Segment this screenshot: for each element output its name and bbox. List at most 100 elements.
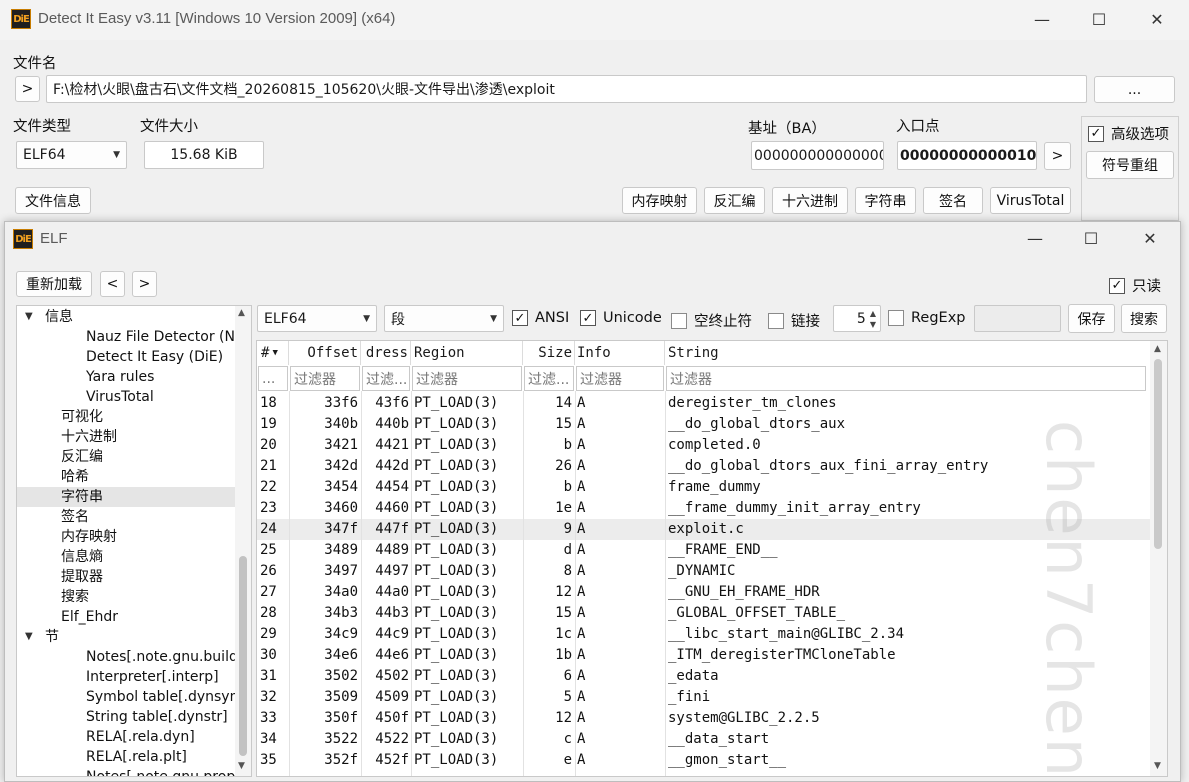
base-address-field[interactable]: 0000000000000000 bbox=[751, 141, 884, 170]
scroll-down-icon[interactable]: ▼ bbox=[1154, 761, 1161, 771]
tree-item[interactable]: RELA[.rela.plt] bbox=[86, 747, 187, 767]
column-header-address[interactable]: dress bbox=[361, 341, 411, 365]
disasm-button[interactable]: 反汇编 bbox=[704, 187, 765, 214]
tree-item[interactable]: Symbol table[.dynsym] bbox=[86, 687, 249, 707]
tree-item[interactable]: 签名 bbox=[61, 507, 89, 527]
virustotal-button[interactable]: VirusTotal bbox=[990, 187, 1071, 214]
save-button[interactable]: 保存 bbox=[1068, 304, 1115, 333]
unicode-checkbox[interactable]: ✓ Unicode bbox=[580, 310, 662, 326]
null-term-checkbox[interactable]: 空终止符 bbox=[671, 310, 752, 331]
table-row[interactable]: 20 3421 4421 PT_LOAD(3) b Acompleted.0 bbox=[257, 435, 1150, 456]
table-row[interactable]: 34 3522 4522 PT_LOAD(3) c A __data_start bbox=[257, 729, 1150, 750]
tree-item[interactable]: 信息熵 bbox=[61, 547, 103, 567]
scroll-up-icon[interactable]: ▲ bbox=[238, 308, 245, 318]
table-row[interactable]: 29 34c9 44c9 PT_LOAD(3) 1c A __libc_start_main… bbox=[257, 624, 1150, 645]
tree-scroll-thumb[interactable] bbox=[239, 556, 247, 756]
tree-item[interactable]: 节 bbox=[45, 627, 59, 647]
tree-item[interactable]: VirusTotal bbox=[86, 387, 154, 407]
column-header-offset[interactable]: Offset bbox=[289, 341, 361, 365]
table-row[interactable]: 19 340b 440b PT_LOAD(3) 15 A __do_global_dtors… bbox=[257, 414, 1150, 435]
min-length-spinbox[interactable]: 5 ▲ ▼ bbox=[833, 305, 881, 332]
table-row[interactable]: 22 3454 4454 PT_LOAD(3) b Aframe_dummy bbox=[257, 477, 1150, 498]
filter-info-input[interactable]: 过滤器 bbox=[576, 366, 664, 391]
tree-item[interactable]: 哈希 bbox=[61, 467, 89, 487]
tree-item[interactable]: 搜索 bbox=[61, 587, 89, 607]
table-row[interactable]: 23 3460 4460 PT_LOAD(3) 1e A __frame_dummy_ini… bbox=[257, 498, 1150, 519]
table-scrollbar[interactable]: ▲ ▼ bbox=[1150, 341, 1167, 776]
tree-item[interactable]: Interpreter[.interp] bbox=[86, 667, 219, 687]
ansi-checkbox[interactable]: ✓ ANSI bbox=[512, 310, 569, 326]
table-row[interactable]: 25 3489 4489 PT_LOAD(3) d A __FRAME_END__ bbox=[257, 540, 1150, 561]
advanced-checkbox[interactable]: ✓ 高级选项 bbox=[1088, 123, 1169, 144]
tree-item[interactable]: 字符串 bbox=[61, 487, 103, 507]
scroll-up-icon[interactable]: ▲ bbox=[1154, 344, 1161, 354]
tree-item[interactable]: 可视化 bbox=[61, 407, 103, 427]
strings-type-select[interactable]: ELF64 ▼ bbox=[257, 305, 377, 332]
back-button[interactable]: < bbox=[100, 271, 125, 297]
table-scroll-thumb[interactable] bbox=[1154, 359, 1162, 549]
hex-button[interactable]: 十六进制 bbox=[772, 187, 848, 214]
reload-button[interactable]: 重新加载 bbox=[16, 271, 92, 297]
column-header-string[interactable]: String bbox=[665, 341, 1150, 365]
elf-close-icon[interactable]: ✕ bbox=[1127, 219, 1173, 257]
regexp-checkbox[interactable]: RegExp bbox=[888, 310, 966, 326]
file-type-select[interactable]: ELF64 ▼ bbox=[16, 141, 127, 169]
browse-button[interactable]: ... bbox=[1094, 76, 1175, 103]
table-row[interactable]: 24 347f 447f PT_LOAD(3) 9 Aexploit.c bbox=[257, 519, 1150, 540]
table-row[interactable]: 32 3509 4509 PT_LOAD(3) 5 A _fini bbox=[257, 687, 1150, 708]
column-header-info[interactable]: Info bbox=[575, 341, 665, 365]
filter-string-input[interactable]: 过滤器 bbox=[666, 366, 1146, 391]
table-row[interactable]: 35 352f 452f PT_LOAD(3) e A __gmon_start__ bbox=[257, 750, 1150, 771]
close-icon[interactable]: ✕ bbox=[1134, 0, 1180, 38]
table-row[interactable]: 28 34b3 44b3 PT_LOAD(3) 15 A _GLOBAL_OFFSET_TA… bbox=[257, 603, 1150, 624]
tree-item[interactable]: RELA[.rela.dyn] bbox=[86, 727, 195, 747]
tree-item[interactable]: Yara rules bbox=[86, 367, 154, 387]
signature-button[interactable]: 签名 bbox=[923, 187, 983, 214]
tree-item[interactable]: 提取器 bbox=[61, 567, 103, 587]
filter-offset-input[interactable]: 过滤器 bbox=[290, 366, 360, 391]
expand-arrow-icon[interactable]: ▼ bbox=[25, 311, 33, 322]
expand-arrow-icon[interactable]: ▼ bbox=[25, 631, 33, 642]
scroll-down-icon[interactable]: ▼ bbox=[238, 761, 245, 771]
table-row[interactable]: 31 3502 4502 PT_LOAD(3) 6 A _edata bbox=[257, 666, 1150, 687]
spin-arrows-icon[interactable]: ▲ ▼ bbox=[870, 308, 876, 330]
filter-size-input[interactable]: 过滤... bbox=[524, 366, 574, 391]
column-header-size[interactable]: Size bbox=[523, 341, 575, 365]
forward-button[interactable]: > bbox=[132, 271, 157, 297]
search-button[interactable]: 搜索 bbox=[1121, 304, 1167, 333]
column-header-region[interactable]: Region bbox=[411, 341, 523, 365]
tree-item[interactable]: Notes[.note.gnu.build-... bbox=[86, 647, 251, 667]
strings-mode-select[interactable]: 段 ▼ bbox=[384, 305, 504, 332]
table-row[interactable]: 33 350f 450f PT_LOAD(3) 12 Asystem@GLIBC_2.2.… bbox=[257, 708, 1150, 729]
entry-point-field[interactable]: 0000000000001070 bbox=[897, 141, 1037, 170]
filter-index-input[interactable]: ... bbox=[258, 366, 288, 391]
column-header-index[interactable]: # ▼ bbox=[257, 341, 289, 365]
tree-item[interactable]: String table[.dynstr] bbox=[86, 707, 228, 727]
tree-item[interactable]: 信息 bbox=[45, 307, 73, 327]
entry-point-go-button[interactable]: > bbox=[1044, 142, 1071, 170]
memory-map-button[interactable]: 内存映射 bbox=[622, 187, 697, 214]
filter-region-input[interactable]: 过滤器 bbox=[412, 366, 522, 391]
strings-button[interactable]: 字符串 bbox=[855, 187, 916, 214]
symbol-rebuild-button[interactable]: 符号重组 bbox=[1086, 151, 1174, 179]
elf-maximize-icon[interactable]: ☐ bbox=[1068, 219, 1114, 257]
readonly-checkbox[interactable]: ✓ 只读 bbox=[1109, 275, 1161, 296]
minimize-icon[interactable]: — bbox=[1019, 0, 1065, 38]
maximize-icon[interactable]: ☐ bbox=[1076, 0, 1122, 38]
table-row[interactable]: 21 342d 442d PT_LOAD(3) 26 A __do_global_dtors… bbox=[257, 456, 1150, 477]
file-go-button[interactable]: > bbox=[15, 76, 40, 102]
tree-scrollbar[interactable]: ▲ ▼ bbox=[235, 306, 251, 776]
table-row[interactable]: 26 3497 4497 PT_LOAD(3) 8 A _DYNAMIC bbox=[257, 561, 1150, 582]
tree-item[interactable]: Detect It Easy (DiE) bbox=[86, 347, 223, 367]
tree-item[interactable]: 内存映射 bbox=[61, 527, 117, 547]
tree-item[interactable]: Elf_Ehdr bbox=[61, 607, 118, 627]
filter-address-input[interactable]: 过滤... bbox=[362, 366, 410, 391]
table-row[interactable]: 27 34a0 44a0 PT_LOAD(3) 12 A __GNU_EH_FRAME_HD… bbox=[257, 582, 1150, 603]
table-row[interactable]: 30 34e6 44e6 PT_LOAD(3) 1b A _ITM_deregisterTM… bbox=[257, 645, 1150, 666]
links-checkbox[interactable]: 链接 bbox=[768, 310, 820, 331]
tree-item[interactable]: 十六进制 bbox=[61, 427, 117, 447]
file-info-button[interactable]: 文件信息 bbox=[15, 187, 91, 214]
file-path-field[interactable]: F:\检材\火眼\盘古石\文件文档_20260815_105620\火眼-文件导… bbox=[46, 75, 1087, 103]
table-row[interactable]: 18 33f6 43f6 PT_LOAD(3) 14 Aderegister_tm_clo… bbox=[257, 393, 1150, 414]
tree-item[interactable]: Notes[.note.gnu.prope... bbox=[86, 767, 251, 776]
